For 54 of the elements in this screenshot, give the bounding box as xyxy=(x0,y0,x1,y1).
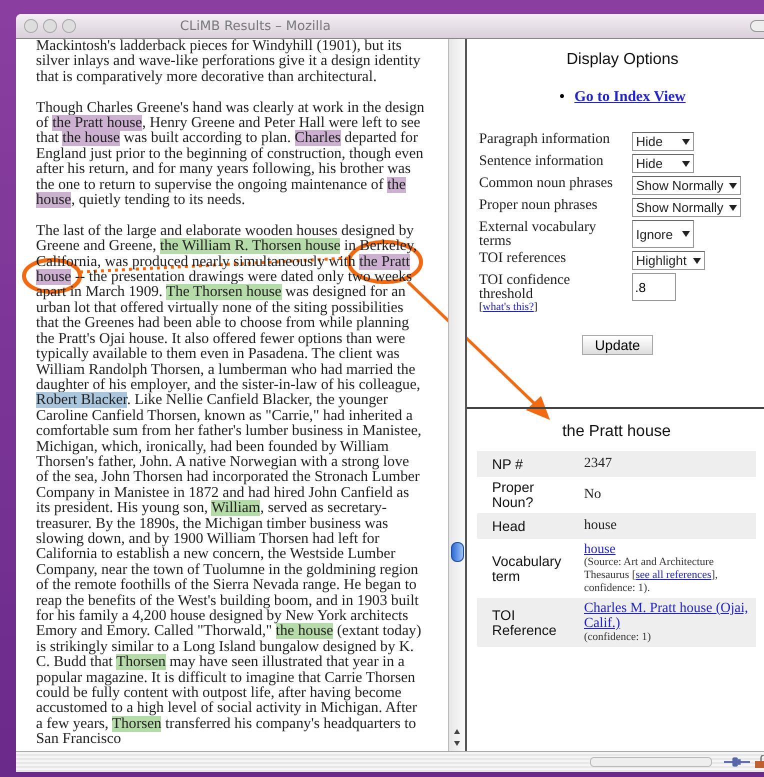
row-value: house xyxy=(584,518,618,534)
row-value: No xyxy=(584,487,602,503)
reference-link[interactable]: Charles M. Pratt house (Ojai, Calif.) xyxy=(584,601,756,631)
zoom-button[interactable] xyxy=(62,19,76,33)
row-label: Vocabulary term xyxy=(492,554,562,584)
row-label: TOI Reference xyxy=(492,608,558,638)
dropdown[interactable]: Ignore xyxy=(632,220,694,248)
index-view-link[interactable]: Go to Index View xyxy=(574,89,686,105)
lock-icon xyxy=(754,755,764,769)
window-title: CLiMB Results – Mozilla xyxy=(180,18,331,34)
caret-icon xyxy=(682,231,690,237)
caret-icon xyxy=(682,138,690,144)
paragraph: Though Charles Greene's hand was clearly at work in the design of the Pratt house, Henry Greene and Peter Hall were left to see that the house was built according to plan. Charles departed for England just prior to the beginning of construction, though even after his return, and for many years following, his brother was the one to return to supervise the ongoing maintenance of the house, quietly tending to its needs. xyxy=(36,100,425,208)
option-label: External vocabulary terms xyxy=(479,220,598,248)
caret-icon xyxy=(729,204,738,210)
close-button[interactable] xyxy=(24,19,38,33)
bracket: ] xyxy=(534,301,538,313)
scroll-up-icon[interactable] xyxy=(453,728,461,736)
plug-icon xyxy=(724,756,750,768)
dropdown[interactable]: Show Normally xyxy=(632,176,742,195)
scrollbar[interactable] xyxy=(448,39,465,751)
references-link[interactable]: see all references xyxy=(636,569,712,581)
caret-icon xyxy=(682,160,690,166)
source-note: (Source: Art and Architecture Thesaurus [see all references], confidence: 1). xyxy=(584,556,719,595)
caret-icon xyxy=(692,258,701,264)
row-label: NP # xyxy=(492,456,524,472)
row-label: Proper Noun? xyxy=(492,480,536,510)
update-button[interactable]: Update xyxy=(582,335,654,355)
toolbar-toggle-button[interactable] xyxy=(750,20,764,32)
help-link[interactable]: what's this? xyxy=(482,301,534,313)
row-value: 2347 xyxy=(584,456,613,472)
bracket: [ xyxy=(479,301,483,313)
option-label: Proper noun phrases xyxy=(479,198,598,215)
option-label: TOI references xyxy=(479,251,568,268)
bullet: • xyxy=(559,89,565,105)
dropdown[interactable]: Highlight xyxy=(632,251,705,270)
dropdown[interactable]: Hide xyxy=(632,154,694,173)
dropdown[interactable]: Show Normally xyxy=(632,198,742,217)
panel-heading: Display Options xyxy=(565,51,680,69)
row-label: Head xyxy=(492,518,526,534)
option-label: Sentence information xyxy=(479,154,604,171)
term-link[interactable]: house xyxy=(584,542,756,556)
caret-icon xyxy=(729,182,738,188)
option-label: Paragraph information xyxy=(479,132,611,149)
scroll-thumb[interactable] xyxy=(451,542,464,562)
dropdown[interactable]: Hide xyxy=(632,132,694,151)
paragraph: Mackintosh's ladderback pieces for Windyhill (1901), but its silver inlays and wave-like perforations give it a design identity that is comparatively more decorative than architectural. xyxy=(36,39,422,86)
threshold-field[interactable]: .8 xyxy=(632,273,676,301)
scroll-down-icon[interactable] xyxy=(453,739,461,747)
confidence-note: (confidence: 1) xyxy=(584,631,652,644)
option-label: TOI confidence threshold xyxy=(479,273,572,301)
minimize-button[interactable] xyxy=(43,19,57,33)
phrase-heading: the Pratt house xyxy=(561,423,672,441)
option-label: Common noun phrases xyxy=(479,176,614,193)
